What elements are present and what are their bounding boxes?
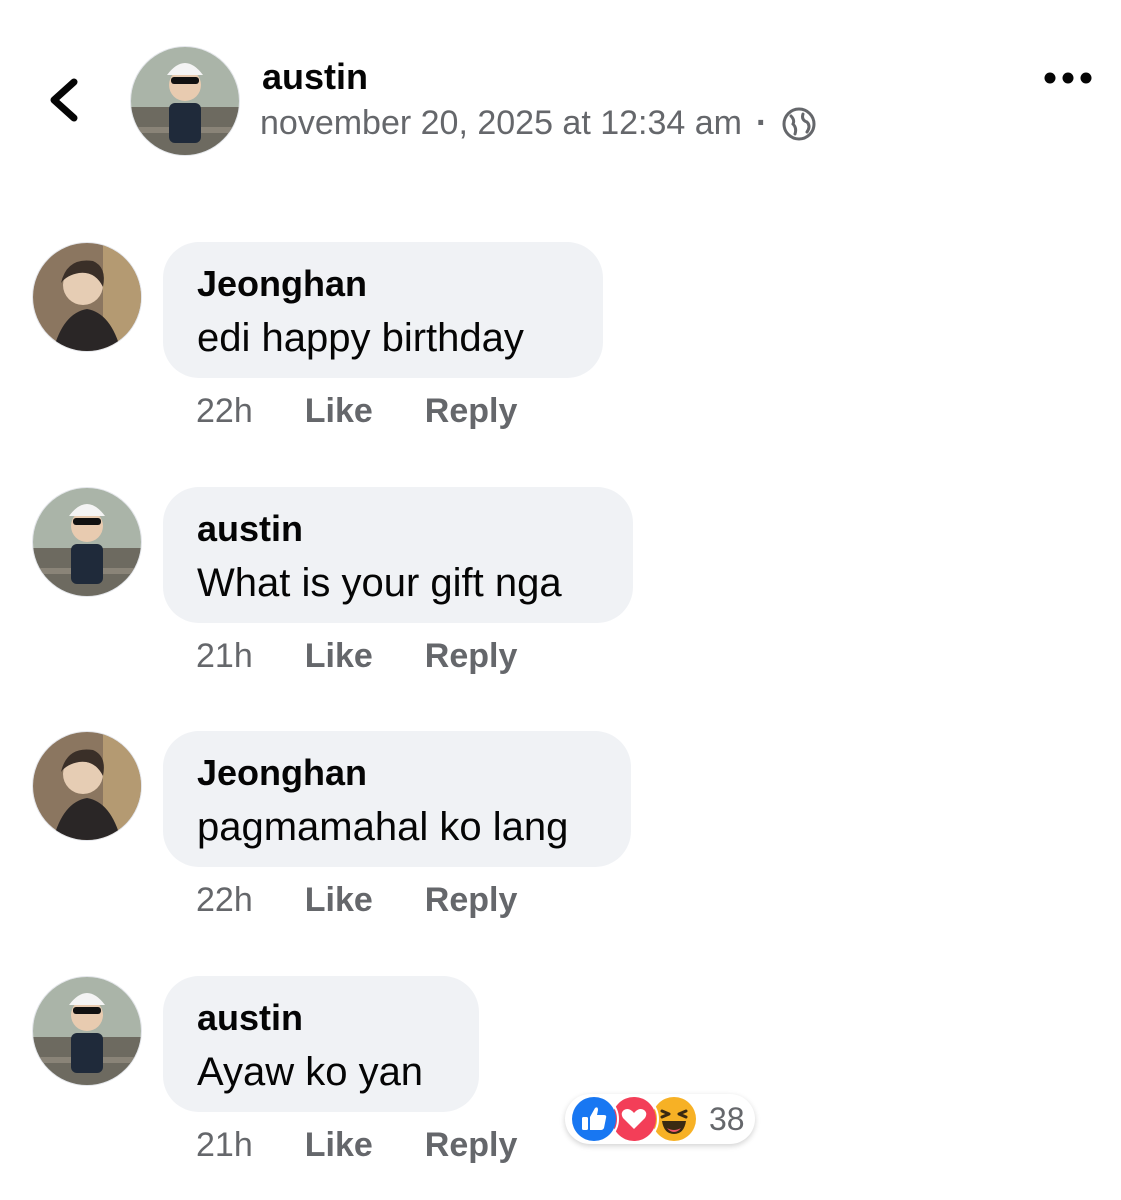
comment-text: pagmamahal ko lang — [197, 805, 569, 849]
comment-text: What is your gift nga — [197, 561, 562, 605]
comment-actions: 22h Like Reply — [196, 392, 569, 431]
comment-author[interactable]: Jeonghan — [197, 751, 597, 795]
comment-author[interactable]: austin — [197, 996, 445, 1040]
comment-time[interactable]: 21h — [196, 637, 253, 676]
like-icon — [569, 1094, 619, 1144]
comment-time[interactable]: 22h — [196, 881, 253, 920]
comment-author[interactable]: Jeonghan — [197, 262, 569, 306]
comment-text: Ayaw ko yan — [197, 1050, 424, 1094]
comment-avatar-austin[interactable] — [32, 487, 142, 597]
more-options-button[interactable] — [1040, 60, 1096, 96]
like-button[interactable]: Like — [305, 637, 373, 676]
avatar-photo-jeonghan — [33, 243, 141, 351]
post-author-avatar[interactable] — [130, 46, 240, 156]
comment-text: edi happy birthday — [197, 316, 524, 360]
comment-avatar-jeonghan[interactable] — [32, 242, 142, 352]
more-dots-icon — [1044, 72, 1092, 84]
post-header: austin november 20, 2025 at 12:34 am · — [0, 0, 1121, 180]
comment-avatar-jeonghan[interactable] — [32, 731, 142, 841]
back-button[interactable] — [40, 72, 90, 128]
comment-actions: 21h Like Reply — [196, 637, 569, 676]
post-author-name[interactable]: austin — [262, 56, 368, 98]
comment-bubble: Jeonghan edi happy birthday — [163, 242, 603, 378]
comment-bubble: austin What is your gift nga — [163, 487, 633, 623]
avatar-photo-austin — [33, 977, 141, 1085]
comment-time[interactable]: 21h — [196, 1126, 253, 1165]
post-timestamp[interactable]: november 20, 2025 at 12:34 am — [260, 104, 742, 143]
post-meta: november 20, 2025 at 12:34 am · — [260, 104, 817, 143]
comment-bubble: austin Ayaw ko yan — [163, 976, 479, 1112]
meta-separator: · — [756, 104, 768, 142]
reaction-summary[interactable]: 38 — [565, 1094, 755, 1144]
globe-icon — [782, 107, 816, 140]
like-button[interactable]: Like — [305, 392, 373, 431]
comment-actions: 22h Like Reply — [196, 881, 569, 920]
comment-actions: 21h Like Reply — [196, 1126, 569, 1165]
reply-button[interactable]: Reply — [425, 1126, 518, 1165]
like-button[interactable]: Like — [305, 881, 373, 920]
reply-button[interactable]: Reply — [425, 637, 518, 676]
reply-button[interactable]: Reply — [425, 392, 518, 431]
comment-time[interactable]: 22h — [196, 392, 253, 431]
comment-bubble: Jeonghan pagmamahal ko lang — [163, 731, 631, 867]
comment-author[interactable]: austin — [197, 507, 599, 551]
reply-button[interactable]: Reply — [425, 881, 518, 920]
avatar-photo-austin — [33, 488, 141, 596]
avatar-photo-jeonghan — [33, 732, 141, 840]
avatar-photo-austin — [131, 47, 239, 155]
like-button[interactable]: Like — [305, 1126, 373, 1165]
chevron-left-icon — [50, 78, 78, 122]
reaction-count: 38 — [709, 1100, 745, 1137]
comment-avatar-austin[interactable] — [32, 976, 142, 1086]
